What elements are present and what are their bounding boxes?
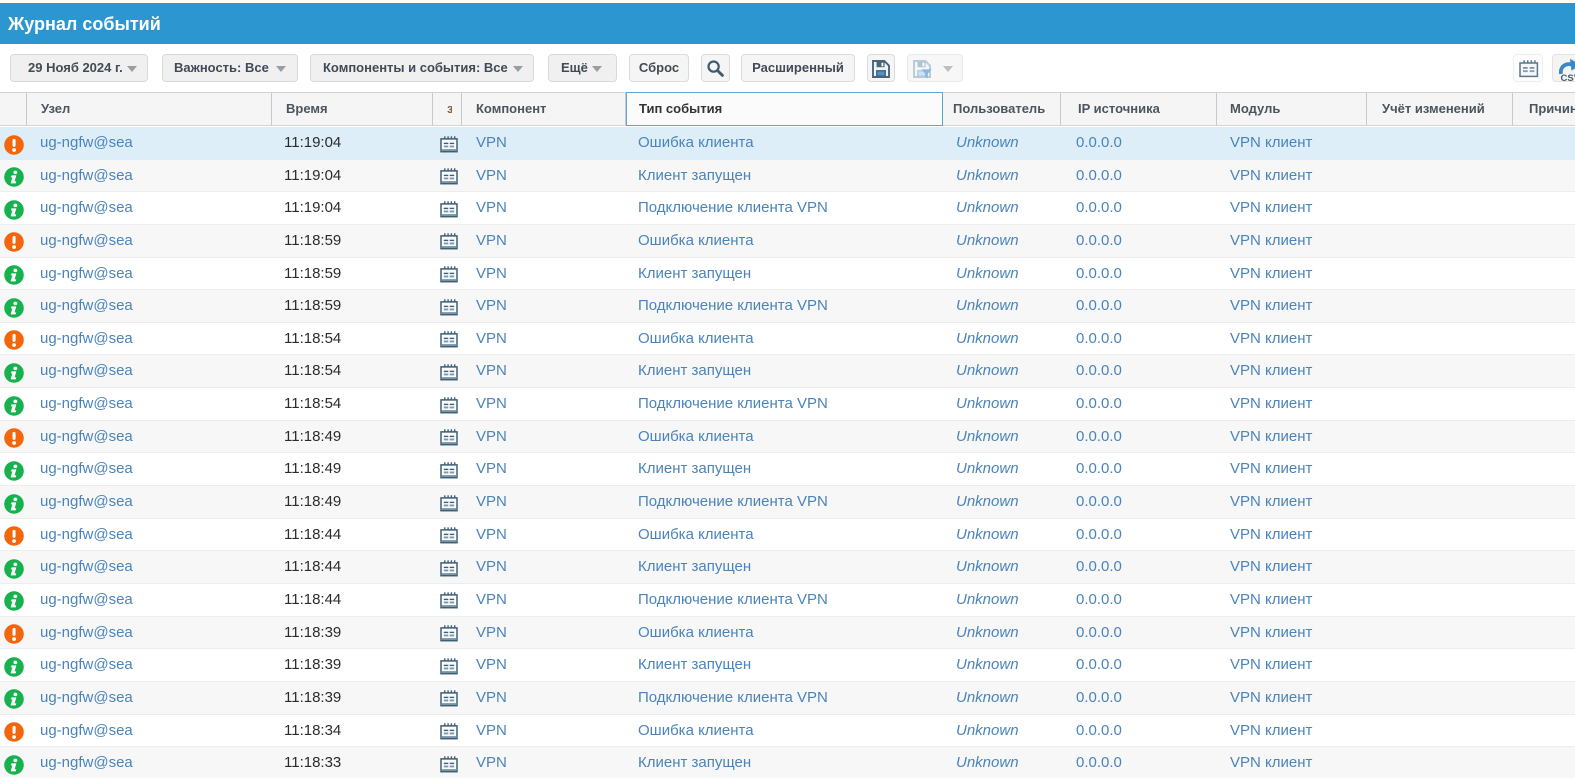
svg-text:CSV: CSV <box>1561 73 1575 82</box>
